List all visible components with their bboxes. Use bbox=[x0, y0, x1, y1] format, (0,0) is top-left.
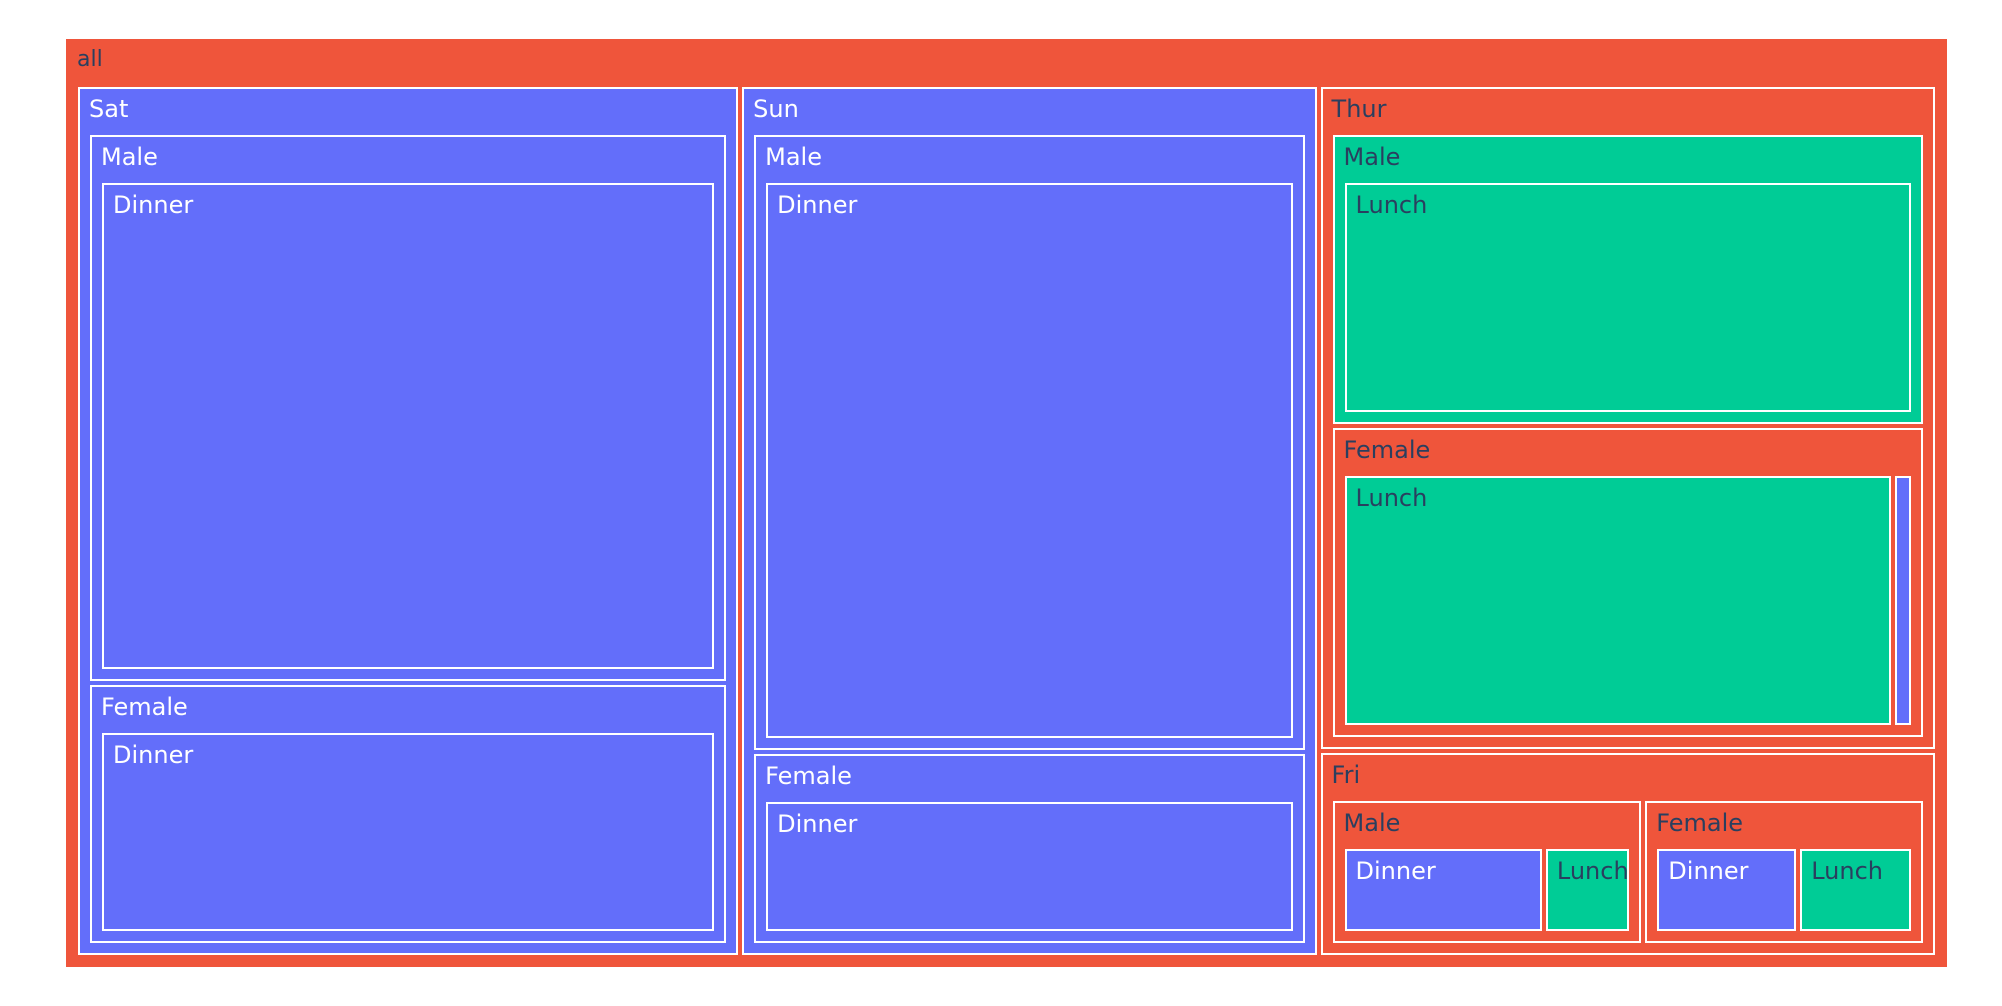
label-all-fri: Fri bbox=[1331, 761, 1361, 790]
label-all-sun-female-dinner: Dinner bbox=[777, 809, 858, 838]
label-all-fri-male: Male bbox=[1343, 809, 1401, 838]
tile-all-fri-female-dinner[interactable]: Dinner bbox=[1657, 849, 1797, 931]
label-all-sat: Sat bbox=[89, 95, 129, 123]
label-all-sun: Sun bbox=[753, 95, 799, 123]
tile-all-thur-female-dinner[interactable] bbox=[1895, 476, 1911, 726]
label-all-sun-female: Female bbox=[765, 761, 852, 790]
label-all-fri-female-dinner: Dinner bbox=[1668, 857, 1749, 886]
label-all-fri-male-dinner: Dinner bbox=[1355, 857, 1436, 886]
label-all-thur-male-lunch: Lunch bbox=[1355, 191, 1428, 219]
tile-all-fri-male-dinner[interactable]: Dinner bbox=[1344, 849, 1542, 931]
label-all-sat-female: Female bbox=[101, 692, 188, 721]
tile-all-fri-male-lunch[interactable]: Lunch bbox=[1545, 849, 1630, 931]
label-all-thur-male: Male bbox=[1343, 143, 1401, 171]
label-all-sat-male: Male bbox=[101, 143, 158, 171]
tile-all-fri-female-lunch[interactable]: Lunch bbox=[1800, 849, 1911, 931]
tile-all-sun-male-dinner[interactable]: Dinner bbox=[766, 183, 1293, 738]
tile-all-sat-female-dinner[interactable]: Dinner bbox=[102, 732, 715, 931]
tile-all-thur-female-lunch[interactable]: Lunch bbox=[1344, 476, 1892, 726]
label-all-sat-female-dinner: Dinner bbox=[113, 740, 194, 769]
label-all: all bbox=[77, 47, 103, 72]
label-all-fri-male-lunch: Lunch bbox=[1556, 857, 1629, 886]
label-all-sun-male-dinner: Dinner bbox=[777, 191, 858, 219]
label-all-fri-female-lunch: Lunch bbox=[1811, 857, 1884, 886]
label-all-fri-female: Female bbox=[1656, 809, 1744, 838]
label-all-sun-male: Male bbox=[765, 143, 822, 171]
tile-all-sat-male-dinner[interactable]: Dinner bbox=[102, 183, 715, 669]
label-all-thur-female: Female bbox=[1343, 436, 1431, 465]
tile-all-thur-male-lunch[interactable]: Lunch bbox=[1344, 183, 1911, 413]
label-all-sat-male-dinner: Dinner bbox=[113, 191, 194, 219]
tile-all-sun-female-dinner[interactable]: Dinner bbox=[766, 801, 1293, 931]
label-all-thur: Thur bbox=[1331, 95, 1387, 123]
label-all-thur-female-lunch: Lunch bbox=[1355, 484, 1428, 513]
